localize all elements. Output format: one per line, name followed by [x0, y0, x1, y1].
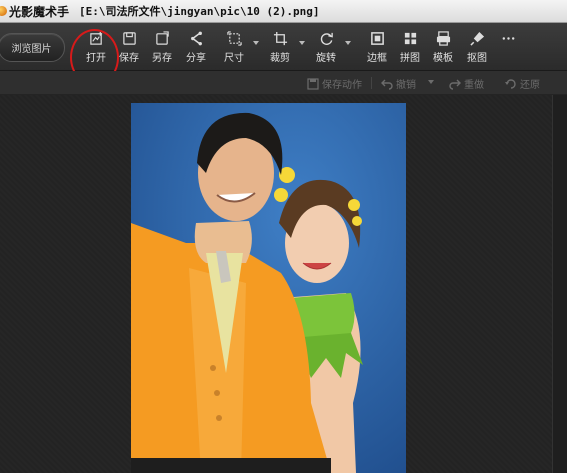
app-logo-icon [0, 6, 7, 16]
resize-button[interactable]: 尺寸 [219, 31, 249, 67]
more-button[interactable] [493, 31, 523, 67]
divider [371, 77, 372, 89]
more-icon [502, 37, 514, 40]
collage-icon [404, 32, 416, 45]
share-label: 分享 [186, 53, 206, 64]
resize-icon [226, 31, 242, 46]
undo-icon [381, 79, 393, 90]
crop-icon [273, 31, 287, 46]
save-as-button[interactable]: 另存 [147, 31, 177, 67]
resize-dropdown-icon[interactable] [253, 41, 259, 45]
file-path: [E:\司法所文件\jingyan\pic\10 (2).png] [79, 5, 320, 18]
save-action-icon [307, 77, 319, 90]
crop-label: 裁剪 [270, 53, 290, 64]
app-name: 光影魔术手 [9, 4, 70, 19]
save-label: 保存 [119, 53, 139, 64]
portrait-photo [131, 103, 406, 473]
action-bar: 保存动作 撤销 重做 还原 [0, 71, 567, 95]
share-icon [190, 31, 202, 46]
cutout-icon [469, 31, 484, 46]
redo-icon [449, 79, 461, 90]
border-label: 边框 [367, 53, 387, 64]
crop-dropdown-icon[interactable] [299, 41, 305, 45]
save-as-icon [155, 31, 169, 45]
undo-dropdown-icon[interactable] [428, 80, 434, 84]
redo-label: 重做 [464, 80, 484, 91]
redo-button[interactable]: 重做 [449, 76, 484, 91]
restore-button[interactable]: 还原 [505, 76, 540, 91]
rotate-label: 旋转 [316, 53, 336, 64]
rotate-button[interactable]: 旋转 [311, 31, 341, 67]
collage-label: 拼图 [400, 53, 420, 64]
vertical-scrollbar[interactable] [552, 95, 567, 473]
cutout-label: 抠图 [467, 53, 487, 64]
title-bar: 光影魔术手 [E:\司法所文件\jingyan\pic\10 (2).png] [0, 0, 567, 23]
browse-images-button[interactable]: 浏览图片 [0, 33, 65, 62]
save-icon [122, 32, 136, 45]
undo-label: 撤销 [396, 80, 416, 91]
share-button[interactable]: 分享 [181, 31, 211, 67]
cutout-button[interactable]: 抠图 [462, 31, 492, 67]
collage-button[interactable]: 拼图 [395, 31, 425, 67]
rotate-icon [320, 32, 333, 45]
template-icon [436, 31, 450, 46]
restore-label: 还原 [520, 80, 540, 91]
restore-icon [505, 78, 516, 89]
crop-button[interactable]: 裁剪 [265, 31, 295, 67]
resize-label: 尺寸 [224, 53, 244, 64]
border-button[interactable]: 边框 [362, 31, 392, 67]
template-label: 模板 [433, 53, 453, 64]
rotate-dropdown-icon[interactable] [345, 41, 351, 45]
border-icon [370, 32, 384, 45]
save-action-label: 保存动作 [322, 80, 362, 91]
undo-button[interactable]: 撤销 [381, 76, 416, 91]
photo-preview [131, 103, 406, 473]
save-action-button[interactable]: 保存动作 [307, 76, 362, 91]
save-as-label: 另存 [152, 53, 172, 64]
template-button[interactable]: 模板 [428, 31, 458, 67]
